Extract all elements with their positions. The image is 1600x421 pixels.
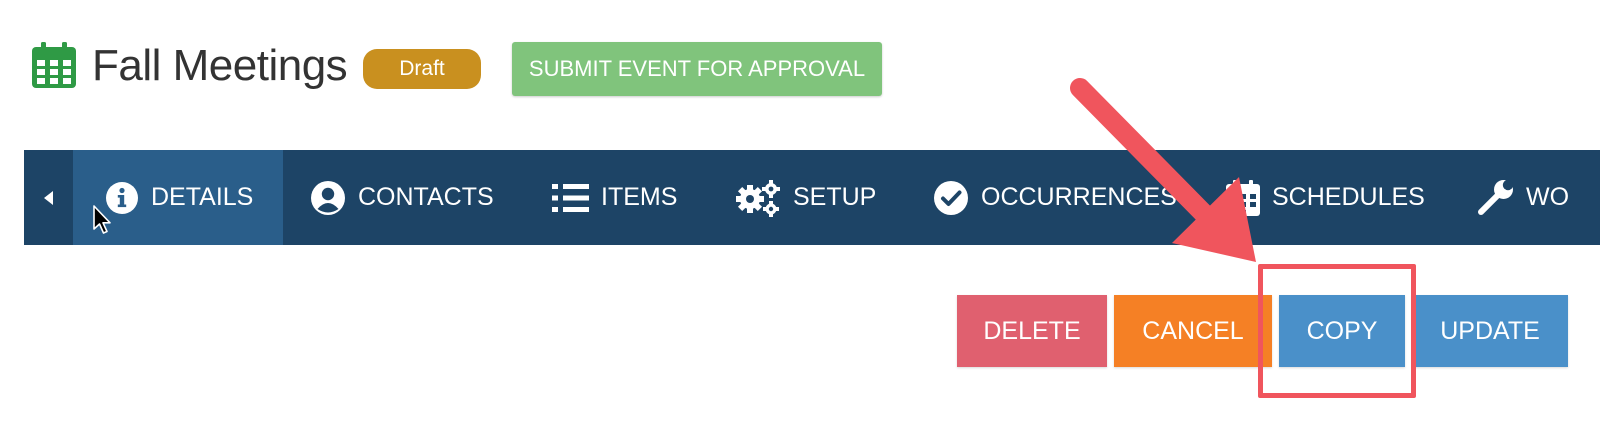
annotation-arrow <box>1070 78 1256 262</box>
mouse-pointer-icon <box>93 205 111 234</box>
